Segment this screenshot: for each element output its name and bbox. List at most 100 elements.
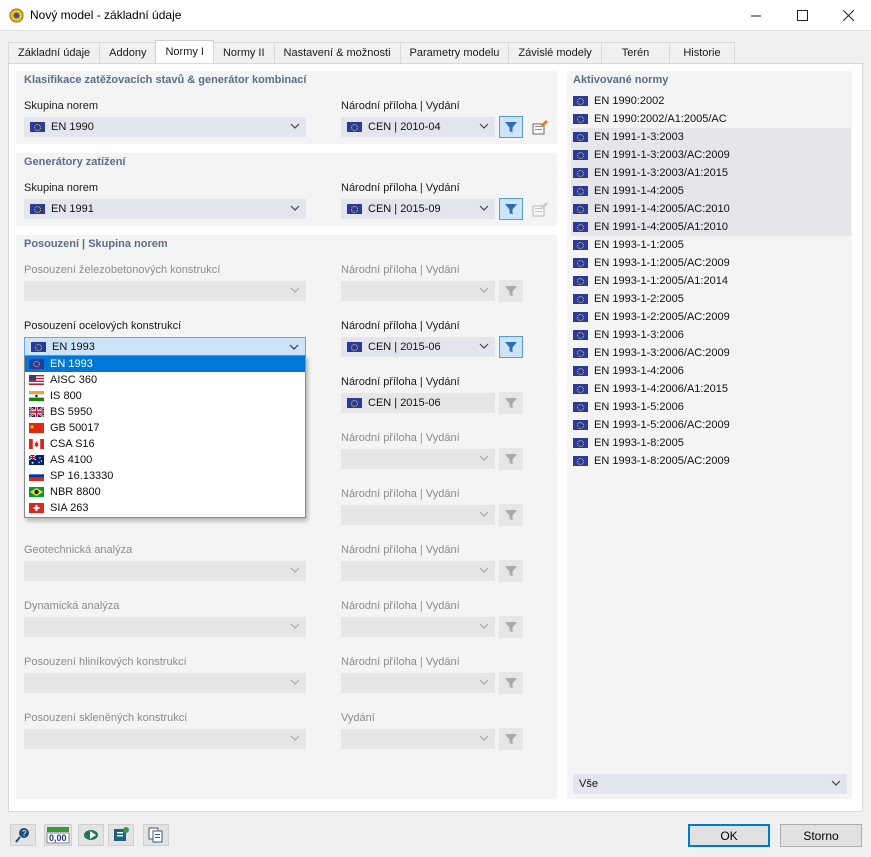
eu-flag-icon: [573, 240, 588, 250]
units-button[interactable]: 0,00: [44, 824, 72, 846]
activated-norm-item[interactable]: EN 1993-1-2:2005: [571, 290, 851, 308]
cancel-button[interactable]: Storno: [780, 824, 862, 847]
activated-norm-item[interactable]: EN 1993-1-5:2006: [571, 398, 851, 416]
eu-flag-icon: [573, 276, 588, 286]
dropdown-option-as4100[interactable]: AS 4100: [25, 452, 305, 468]
row4-annex-select[interactable]: [341, 505, 495, 525]
filter-button[interactable]: [499, 336, 523, 358]
dropdown-option-csas16[interactable]: CSA S16: [25, 436, 305, 452]
tab-zakladni-udaje[interactable]: Základní údaje: [8, 42, 101, 63]
dropdown-option-sia263[interactable]: SIA 263: [25, 500, 305, 516]
edit-button[interactable]: [529, 116, 551, 138]
filter-button[interactable]: [499, 672, 523, 694]
dynamic-annex-select[interactable]: [341, 617, 495, 637]
activated-norm-item[interactable]: EN 1990:2002/A1:2005/AC: [571, 110, 851, 128]
eu-flag-icon: [573, 114, 588, 124]
activated-norm-item[interactable]: EN 1993-1-8:2005/AC:2009: [571, 452, 851, 470]
aluminium-annex-select[interactable]: [341, 673, 495, 693]
in-flag-icon: [29, 391, 44, 401]
import-button[interactable]: [78, 824, 104, 846]
dynamic-select[interactable]: [24, 617, 306, 637]
tab-parametry-modelu[interactable]: Parametry modelu: [399, 42, 510, 63]
concrete-annex-select[interactable]: [341, 281, 495, 301]
activated-norm-item[interactable]: EN 1991-1-4:2005/AC:2010: [571, 200, 851, 218]
tab-normy-ii[interactable]: Normy II: [212, 42, 275, 63]
activated-norm-item[interactable]: EN 1991-1-4:2005/A1:2010: [571, 218, 851, 236]
activated-norm-item[interactable]: EN 1993-1-5:2006/AC:2009: [571, 416, 851, 434]
generators-group-select[interactable]: EN 1991: [24, 199, 306, 219]
glass-select[interactable]: [24, 729, 306, 749]
tab-normy-i[interactable]: Normy I: [155, 40, 214, 63]
activated-norm-item[interactable]: EN 1993-1-1:2005: [571, 236, 851, 254]
dropdown-option-gb50017[interactable]: GB 50017: [25, 420, 305, 436]
eu-flag-icon: [573, 150, 588, 160]
br-flag-icon: [29, 487, 44, 497]
activated-norm-item[interactable]: EN 1993-1-8:2005: [571, 434, 851, 452]
chevron-down-icon: [479, 455, 489, 461]
dropdown-option-aisc360[interactable]: AISC 360: [25, 372, 305, 388]
filter-button[interactable]: [499, 198, 523, 220]
dropdown-option-en1993[interactable]: EN 1993: [25, 356, 305, 372]
activated-norm-item[interactable]: EN 1991-1-4:2005: [571, 182, 851, 200]
eu-flag-icon: [573, 294, 588, 304]
close-button[interactable]: [825, 0, 871, 31]
row2-annex-select[interactable]: CEN | 2015-06: [341, 393, 495, 413]
aluminium-select[interactable]: [24, 673, 306, 693]
activated-norm-item[interactable]: EN 1991-1-3:2003: [571, 128, 851, 146]
tab-teren[interactable]: Terén: [600, 42, 671, 63]
activated-norm-item[interactable]: EN 1991-1-3:2003/AC:2009: [571, 146, 851, 164]
geotechnical-select[interactable]: [24, 561, 306, 581]
maximize-button[interactable]: [779, 0, 825, 31]
edit-button[interactable]: [529, 198, 551, 220]
glass-annex-select[interactable]: [341, 729, 495, 749]
filter-button[interactable]: [499, 280, 523, 302]
tab-nastaveni[interactable]: Nastavení & možnosti: [273, 42, 401, 63]
dropdown-option-nbr8800[interactable]: NBR 8800: [25, 484, 305, 500]
filter-button[interactable]: [499, 616, 523, 638]
copy-button[interactable]: [143, 824, 169, 846]
eu-flag-icon: [347, 122, 362, 132]
steel-design-select[interactable]: EN 1993: [24, 337, 306, 357]
activated-norm-item[interactable]: EN 1993-1-3:2006/AC:2009: [571, 344, 851, 362]
activated-filter-select[interactable]: Vše: [573, 774, 847, 794]
activated-norm-item[interactable]: EN 1993-1-1:2005/AC:2009: [571, 254, 851, 272]
chevron-down-icon: [479, 679, 489, 685]
filter-button[interactable]: [499, 392, 523, 414]
help-button[interactable]: ?: [10, 824, 36, 846]
classification-annex-select[interactable]: CEN | 2010-04: [341, 117, 495, 137]
au-flag-icon: [29, 455, 44, 465]
eu-flag-icon: [573, 348, 588, 358]
dropdown-option-bs5950[interactable]: BS 5950: [25, 404, 305, 420]
generators-annex-select[interactable]: CEN | 2015-09: [341, 199, 495, 219]
classification-group-select[interactable]: EN 1990: [24, 117, 306, 137]
activated-norm-item[interactable]: EN 1990:2002: [571, 92, 851, 110]
model-settings-icon: [114, 827, 129, 841]
filter-button[interactable]: [499, 448, 523, 470]
activated-norm-item[interactable]: EN 1993-1-2:2005/AC:2009: [571, 308, 851, 326]
row3-annex-select[interactable]: [341, 449, 495, 469]
minimize-button[interactable]: [733, 0, 779, 31]
eu-flag-icon: [29, 359, 44, 369]
dropdown-option-sp16[interactable]: SP 16.13330: [25, 468, 305, 484]
filter-button[interactable]: [499, 728, 523, 750]
tab-addony[interactable]: Addony: [99, 42, 157, 63]
activated-norm-item[interactable]: EN 1993-1-3:2006: [571, 326, 851, 344]
activated-norm-item[interactable]: EN 1993-1-1:2005/A1:2014: [571, 272, 851, 290]
steel-annex-select[interactable]: CEN | 2015-06: [341, 337, 495, 357]
filter-button[interactable]: [499, 504, 523, 526]
activated-norm-item[interactable]: EN 1991-1-3:2003/A1:2015: [571, 164, 851, 182]
filter-button[interactable]: [499, 560, 523, 582]
settings-button[interactable]: [108, 824, 134, 846]
dropdown-option-is800[interactable]: IS 800: [25, 388, 305, 404]
eu-flag-icon: [573, 402, 588, 412]
tab-historie[interactable]: Historie: [669, 42, 735, 63]
activated-norm-item[interactable]: EN 1993-1-4:2006/A1:2015: [571, 380, 851, 398]
ok-button[interactable]: OK: [688, 824, 770, 847]
eu-flag-icon: [573, 438, 588, 448]
concrete-design-select[interactable]: [24, 281, 306, 301]
eu-flag-icon: [573, 96, 588, 106]
filter-button[interactable]: [499, 116, 523, 138]
tab-zavisle-modely[interactable]: Závislé modely: [508, 42, 602, 63]
geotechnical-annex-select[interactable]: [341, 561, 495, 581]
activated-norm-item[interactable]: EN 1993-1-4:2006: [571, 362, 851, 380]
